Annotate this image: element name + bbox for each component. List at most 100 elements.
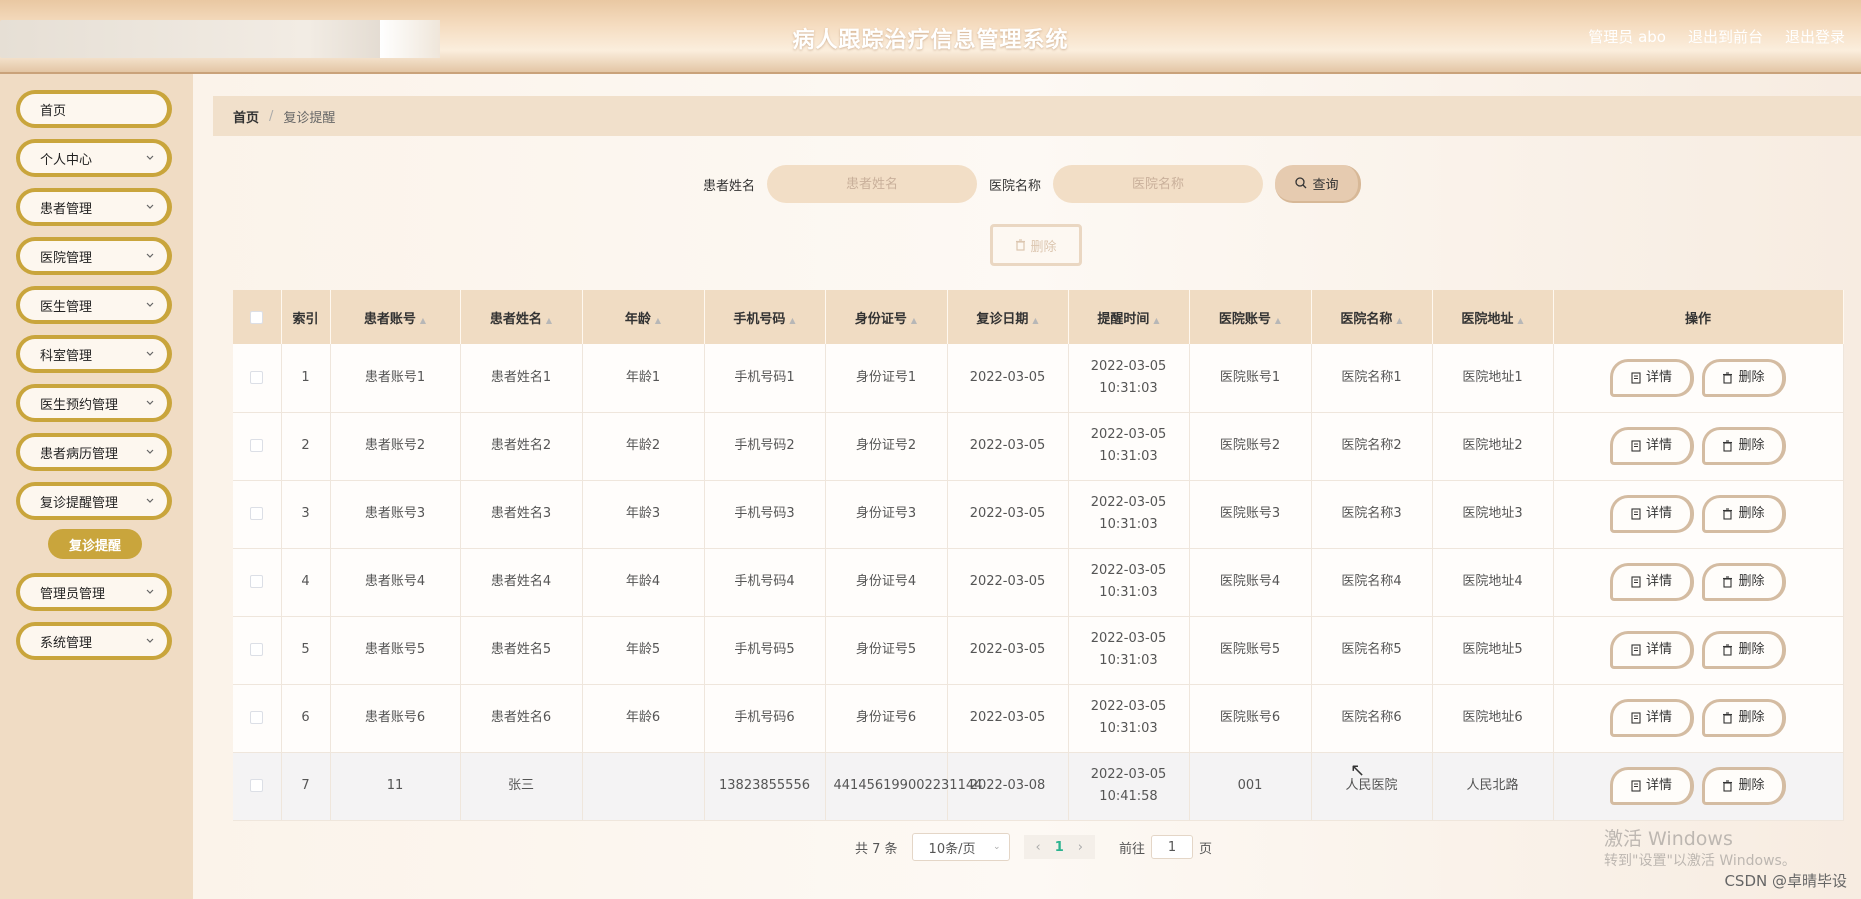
sidebar-item[interactable]: 医院管理: [16, 237, 172, 275]
table-cell: 手机号码2: [704, 412, 826, 481]
sidebar-item[interactable]: 科室管理: [16, 335, 172, 373]
table-cell: 身份证号1: [825, 344, 948, 413]
sidebar-item[interactable]: 医生管理: [16, 286, 172, 324]
csdn-credit: CSDN @卓晴毕设: [1724, 872, 1847, 890]
hospital-name-input[interactable]: [1053, 165, 1264, 203]
table-cell: 患者姓名2: [460, 412, 583, 481]
row-checkbox[interactable]: [250, 779, 264, 792]
row-checkbox[interactable]: [250, 575, 264, 588]
table-cell: 人民北路: [1432, 752, 1554, 821]
sidebar-item[interactable]: 管理员管理: [16, 573, 172, 611]
sort-icon[interactable]: ▲︎: [420, 316, 426, 325]
table-cell: 年龄5: [582, 616, 705, 685]
exit-to-front-link[interactable]: 退出到前台: [1688, 26, 1763, 47]
sidebar-item[interactable]: 个人中心: [16, 139, 172, 177]
table-cell: 医院名称3: [1311, 480, 1433, 549]
detail-button[interactable]: 详情: [1610, 699, 1694, 737]
sort-icon[interactable]: ▲︎: [1396, 316, 1402, 325]
actions-cell: 详情 删除: [1553, 480, 1844, 549]
sidebar-item[interactable]: 复诊提醒管理: [16, 482, 172, 520]
column-header[interactable]: 年龄 ▲︎: [582, 290, 705, 344]
detail-button[interactable]: 详情: [1610, 631, 1694, 669]
table-cell: 患者姓名4: [460, 548, 583, 617]
table-cell: 医院账号1: [1189, 344, 1312, 413]
page-size-select[interactable]: 10条/页 ⌄: [911, 833, 1010, 861]
current-page-number[interactable]: 1: [1055, 840, 1064, 855]
patient-name-input[interactable]: [767, 165, 978, 203]
row-checkbox[interactable]: [250, 439, 264, 452]
sidebar-subitem-followup-reminder[interactable]: 复诊提醒: [48, 529, 142, 559]
sidebar-item[interactable]: 系统管理: [16, 622, 172, 660]
sidebar-item-label: 管理员管理: [40, 586, 106, 602]
sort-icon[interactable]: ▲︎: [1032, 316, 1038, 325]
delete-button-label: 删除: [1738, 778, 1765, 793]
delete-row-button[interactable]: 删除: [1702, 358, 1786, 397]
column-header[interactable]: 身份证号 ▲︎: [825, 290, 948, 344]
delete-row-button[interactable]: 删除: [1702, 495, 1786, 533]
row-checkbox[interactable]: [250, 507, 264, 520]
column-header[interactable]: 医院名称 ▲︎: [1311, 290, 1433, 344]
prev-page-icon[interactable]: ‹: [1036, 840, 1041, 855]
sidebar-item-label: 个人中心: [40, 152, 93, 168]
delete-row-button[interactable]: 删除: [1702, 631, 1786, 669]
sort-icon[interactable]: ▲︎: [789, 316, 795, 325]
table-cell: 医院账号4: [1189, 548, 1312, 617]
table-cell: 2022-03-05: [947, 684, 1069, 753]
table-cell: 年龄2: [582, 412, 705, 481]
column-header[interactable]: 医院地址 ▲︎: [1432, 290, 1554, 344]
batch-delete-button[interactable]: 删除: [990, 224, 1082, 266]
column-header[interactable]: 复诊日期 ▲︎: [947, 290, 1069, 344]
page-nav: ‹ 1 ›: [1023, 835, 1095, 859]
sort-icon[interactable]: ▲︎: [655, 316, 661, 325]
sidebar-item[interactable]: 患者病历管理: [16, 433, 172, 471]
goto-page-input[interactable]: 1: [1151, 835, 1194, 859]
chevron-down-icon: [145, 447, 155, 460]
column-header[interactable]: 患者账号 ▲︎: [330, 290, 461, 344]
detail-button-label: 详情: [1645, 642, 1672, 657]
sort-icon[interactable]: ▲︎: [1275, 316, 1281, 325]
detail-button[interactable]: 详情: [1610, 427, 1694, 465]
next-page-icon[interactable]: ›: [1078, 840, 1083, 855]
sidebar-item[interactable]: 医生预约管理: [16, 384, 172, 422]
sort-icon[interactable]: ▲︎: [911, 316, 917, 325]
delete-row-button[interactable]: 删除: [1702, 427, 1786, 465]
sidebar-item[interactable]: 首页: [16, 90, 172, 128]
header-actions: 管理员 abo 退出到前台 退出登录: [1588, 26, 1845, 47]
sort-icon[interactable]: ▲︎: [546, 316, 552, 325]
table-cell: 患者账号4: [330, 548, 461, 617]
table-cell: 2022-03-05 10:31:03: [1068, 548, 1190, 617]
breadcrumb-home[interactable]: 首页: [233, 107, 259, 126]
chevron-down-icon: [145, 496, 155, 509]
row-checkbox[interactable]: [250, 711, 264, 724]
sidebar-item[interactable]: 患者管理: [16, 188, 172, 226]
table-cell: 年龄4: [582, 548, 705, 617]
delete-row-button[interactable]: 删除: [1702, 699, 1786, 737]
delete-row-button[interactable]: 删除: [1702, 767, 1786, 805]
table-row: 5 患者账号5 患者姓名5 年龄5 手机号码5 身份证号5 2022-03-05 2022-0…: [233, 616, 1844, 685]
column-header[interactable]: 提醒时间 ▲︎: [1068, 290, 1190, 344]
column-header-label: 身份证号: [854, 311, 907, 327]
delete-row-button[interactable]: 删除: [1702, 563, 1786, 601]
column-header[interactable]: 医院账号 ▲︎: [1189, 290, 1312, 344]
row-checkbox[interactable]: [250, 643, 264, 656]
sort-icon[interactable]: ▲︎: [1517, 316, 1523, 325]
detail-button[interactable]: 详情: [1610, 563, 1694, 601]
detail-button[interactable]: 详情: [1610, 358, 1694, 397]
detail-button-label: 详情: [1645, 710, 1672, 725]
sort-icon[interactable]: ▲︎: [1153, 316, 1159, 325]
column-header[interactable]: 患者姓名 ▲︎: [460, 290, 583, 344]
column-header[interactable]: 手机号码 ▲︎: [704, 290, 826, 344]
document-icon: [1631, 644, 1641, 656]
detail-button[interactable]: 详情: [1610, 767, 1694, 805]
detail-button[interactable]: 详情: [1610, 495, 1694, 533]
select-all-checkbox[interactable]: [250, 310, 264, 324]
query-button[interactable]: 查询: [1275, 165, 1362, 203]
system-title: 病人跟踪治疗信息管理系统: [792, 28, 1069, 53]
table-cell: 2022-03-05 10:31:03: [1068, 480, 1190, 549]
document-icon: [1631, 508, 1641, 520]
row-checkbox[interactable]: [250, 370, 264, 384]
row-select-cell: [233, 344, 282, 413]
page-size-value: 10条/页: [928, 841, 976, 857]
table-cell: 医院名称4: [1311, 548, 1433, 617]
logout-link[interactable]: 退出登录: [1785, 26, 1845, 47]
